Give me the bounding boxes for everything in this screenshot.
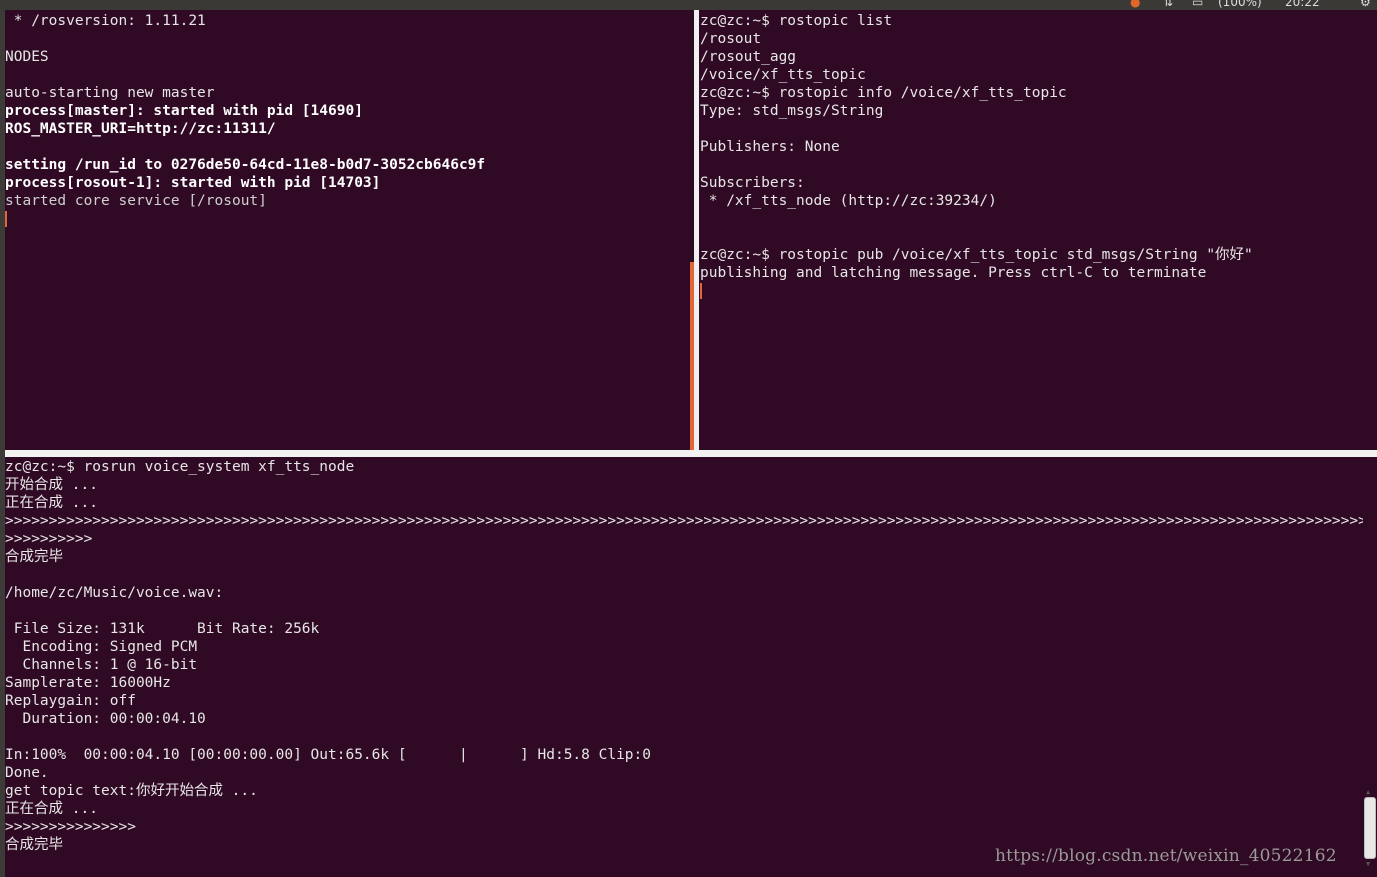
terminal-pane-tts-node[interactable]: zc@zc:~$ rosrun voice_system xf_tts_node… — [5, 457, 1363, 877]
terminal-line: process[master]: started with pid [14690… — [5, 103, 363, 119]
terminal-line: >>>>>>>>>> — [5, 531, 93, 547]
terminal-line: 开始合成 ... — [5, 477, 98, 493]
terminal-line: Replaygain: off — [5, 693, 136, 709]
terminal-line: setting /run_id to 0276de50-64cd-11e8-b0… — [5, 157, 486, 173]
terminal-pane-roscore[interactable]: * /rosversion: 1.11.21 NODES auto-starting… — [5, 10, 690, 450]
terminal-line: * /xf_tts_node (http://zc:39234/) — [700, 193, 997, 209]
scrollbar-thumb[interactable] — [1364, 797, 1376, 859]
terminal-line: Type: std_msgs/String — [700, 103, 884, 119]
terminal-line: Done. — [5, 765, 49, 781]
terminal-line: Publishers: None — [700, 139, 840, 155]
terminal-line: /rosout_agg — [700, 49, 797, 65]
battery-percent: (100%) — [1218, 0, 1262, 9]
terminal-line: Channels: 1 @ 16-bit — [5, 657, 198, 673]
terminal-line: File Size: 131k Bit Rate: 256k — [5, 621, 320, 637]
clock[interactable]: 20:22 — [1285, 0, 1320, 9]
terminal-line: zc@zc:~$ rosrun voice_system xf_tts_node — [5, 459, 355, 475]
terminal-line: Subscribers: — [700, 175, 805, 191]
terminal-line: Samplerate: 16000Hz — [5, 675, 171, 691]
scroll-down-icon[interactable]: ▼ — [1366, 861, 1370, 868]
battery-icon[interactable]: ▭ — [1192, 0, 1203, 9]
scroll-up-icon[interactable]: ▲ — [1366, 789, 1370, 796]
terminal-line: 正在合成 ... — [5, 495, 98, 511]
terminal-cursor — [5, 211, 7, 227]
terminal-line: started core service [/rosout] — [5, 193, 267, 209]
input-method-icon[interactable]: ● — [1130, 0, 1140, 9]
terminal-cursor — [700, 283, 702, 299]
terminal-line: >>>>>>>>>>>>>>>>>>>>>>>>>>>>>>>>>>>>>>>>… — [5, 513, 1363, 529]
watermark: https://blog.csdn.net/weixin_40522162 — [995, 846, 1337, 866]
terminal-scrollbar[interactable]: ▲ ▼ — [1363, 457, 1377, 877]
terminal-line: Duration: 00:00:04.10 — [5, 711, 206, 727]
terminal-line: publishing and latching message. Press c… — [700, 265, 1207, 281]
terminal-pane-rostopic[interactable]: zc@zc:~$ rostopic list/rosout/rosout_agg… — [699, 10, 1377, 450]
terminal-line: >>>>>>>>>>>>>>> — [5, 819, 136, 835]
terminal-line: zc@zc:~$ rostopic info /voice/xf_tts_top… — [700, 85, 1067, 101]
system-top-bar: ● ⇅ ▭ (100%) 20:22 ⚙ — [0, 0, 1377, 10]
terminal-line: get topic text:你好开始合成 ... — [5, 783, 258, 799]
terminal-line: auto-starting new master — [5, 85, 215, 101]
terminal-line: In:100% 00:00:04.10 [00:00:00.00] Out:65… — [5, 747, 652, 763]
vertical-pane-splitter[interactable] — [694, 10, 699, 450]
terminal-line: zc@zc:~$ rostopic list — [700, 13, 893, 29]
terminal-line: 正在合成 ... — [5, 801, 98, 817]
terminal-line: zc@zc:~$ rostopic pub /voice/xf_tts_topi… — [700, 247, 1253, 263]
terminal-line: 合成完毕 — [5, 549, 63, 565]
terminal-cursor-line — [5, 210, 485, 228]
terminal-line: /voice/xf_tts_topic — [700, 67, 866, 83]
network-icon[interactable]: ⇅ — [1163, 0, 1173, 9]
terminal-cursor-line — [700, 282, 1253, 300]
terminal-line: NODES — [5, 49, 49, 65]
terminal-line: * /rosversion: 1.11.21 — [5, 13, 206, 29]
terminal-output: * /rosversion: 1.11.21 NODES auto-starting… — [5, 12, 485, 228]
terminal-output: zc@zc:~$ rosrun voice_system xf_tts_node… — [5, 458, 1363, 854]
terminal-line: /home/zc/Music/voice.wav: — [5, 585, 224, 601]
horizontal-pane-splitter[interactable] — [5, 450, 1377, 457]
terminal-line: ROS_MASTER_URI=http://zc:11311/ — [5, 121, 276, 137]
gear-icon[interactable]: ⚙ — [1360, 0, 1371, 9]
terminal-line: process[rosout-1]: started with pid [147… — [5, 175, 381, 191]
terminal-output: zc@zc:~$ rostopic list/rosout/rosout_agg… — [700, 12, 1253, 300]
terminal-line: /rosout — [700, 31, 762, 47]
terminal-line: Encoding: Signed PCM — [5, 639, 198, 655]
